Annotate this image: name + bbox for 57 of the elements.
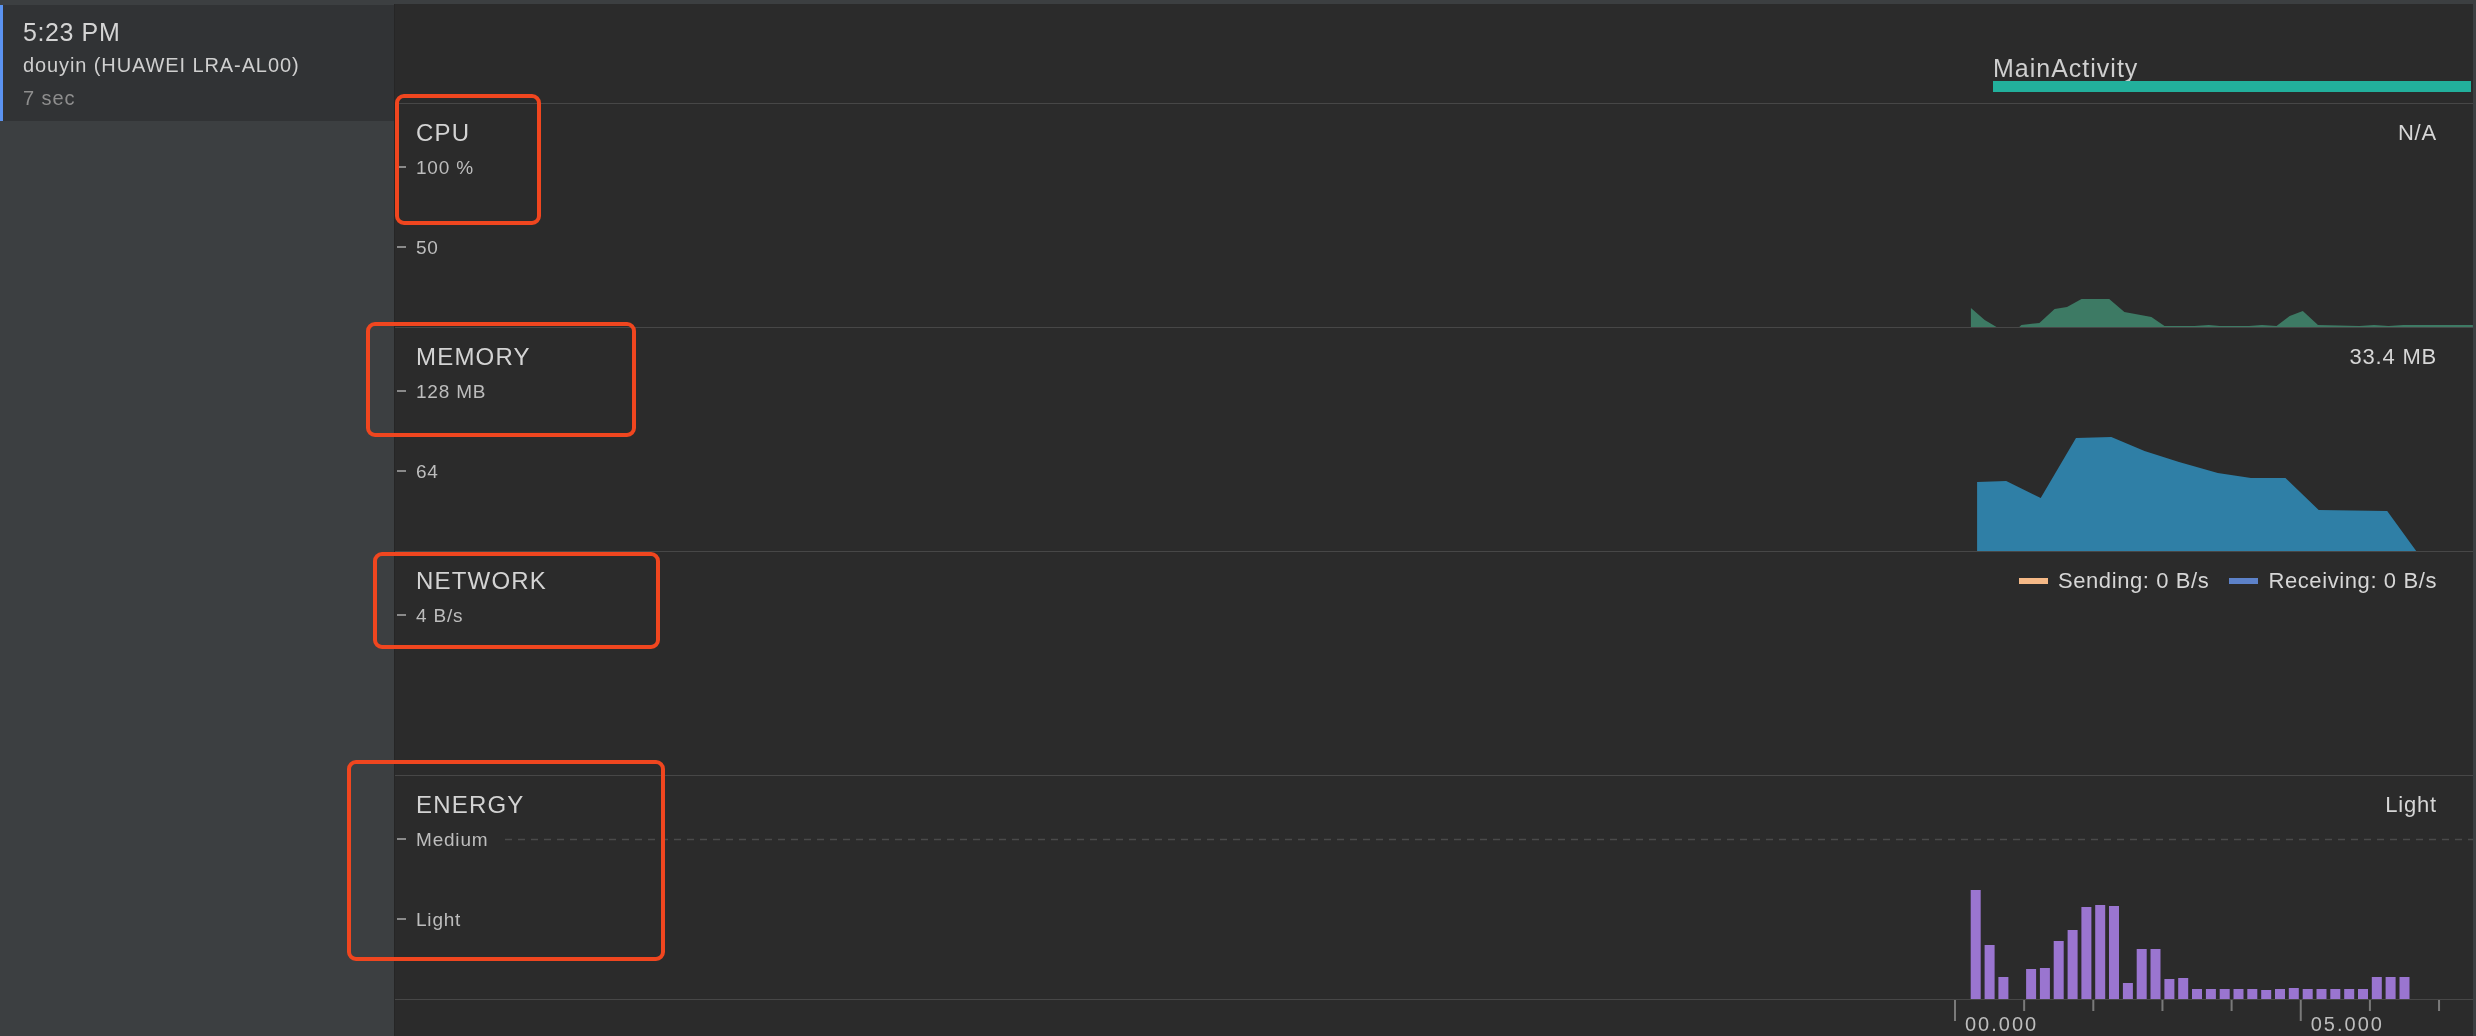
energy-bar (2039, 968, 2050, 999)
energy-bar (2344, 989, 2355, 999)
energy-bar (2385, 977, 2396, 999)
tick-mark (397, 614, 406, 616)
tick-mark (397, 246, 406, 248)
energy-bar (2219, 989, 2230, 999)
energy-bar (2288, 988, 2299, 999)
energy-bar (2053, 941, 2064, 999)
energy-bar (2164, 979, 2175, 999)
tick-mark (397, 166, 406, 168)
energy-bar (2330, 989, 2341, 999)
energy-bar (2205, 989, 2216, 999)
energy-bar (1984, 945, 1995, 999)
energy-bar (2026, 969, 2037, 999)
energy-bar (2178, 978, 2189, 999)
energy-bar (2261, 990, 2272, 999)
tick-label: 4 B/s (416, 604, 464, 626)
monitor-title: MEMORY (416, 342, 531, 372)
tick-mark (397, 918, 406, 920)
monitor-reading: Light (2385, 791, 2437, 819)
energy-bar (2067, 930, 2078, 999)
session-time: 5:23 PM (23, 17, 122, 48)
energy-bar (2247, 989, 2258, 999)
monitor-title: NETWORK (416, 566, 548, 596)
session-name: douyin (HUAWEI LRA-AL00) (23, 53, 301, 78)
session-duration: 7 sec (23, 86, 77, 111)
energy-bar (2192, 989, 2202, 999)
energy-bar (2136, 949, 2147, 999)
tick-label: 64 (416, 460, 439, 482)
tick-label: 100 % (416, 156, 474, 178)
session-item[interactable]: 5:23 PM douyin (HUAWEI LRA-AL00) 7 sec (0, 5, 394, 121)
tick-mark (397, 390, 406, 392)
monitor-title: CPU (416, 118, 471, 148)
energy-bar (2358, 989, 2368, 999)
energy-bar (2316, 989, 2327, 999)
energy-bar (2275, 989, 2285, 999)
energy-bar (2371, 977, 2382, 999)
energy-bar (1998, 977, 2009, 999)
energy-bar (2233, 989, 2244, 999)
legend-label: Sending: 0 B/s (2057, 567, 2210, 595)
tick-label: 128 MB (416, 380, 487, 402)
energy-bar (2150, 949, 2161, 999)
axis-label: 05.000 (2310, 1013, 2384, 1035)
tick-label: 50 (416, 236, 439, 258)
monitor-title: ENERGY (416, 790, 525, 820)
tick-label: Medium (416, 828, 489, 850)
monitor-reading: N/A (2397, 119, 2437, 147)
tick-label: Light (416, 908, 462, 930)
activity-name: MainActivity (1993, 56, 2139, 81)
tick-mark (397, 470, 406, 472)
energy-bar (2122, 983, 2133, 999)
monitor-reading: 33.4 MB (2349, 343, 2437, 371)
legend-label: Receiving: 0 B/s (2268, 567, 2437, 595)
axis-label: 00.000 (1965, 1013, 2039, 1035)
energy-bar (2302, 989, 2313, 999)
tick-mark (397, 838, 406, 840)
energy-bar (2399, 977, 2410, 999)
